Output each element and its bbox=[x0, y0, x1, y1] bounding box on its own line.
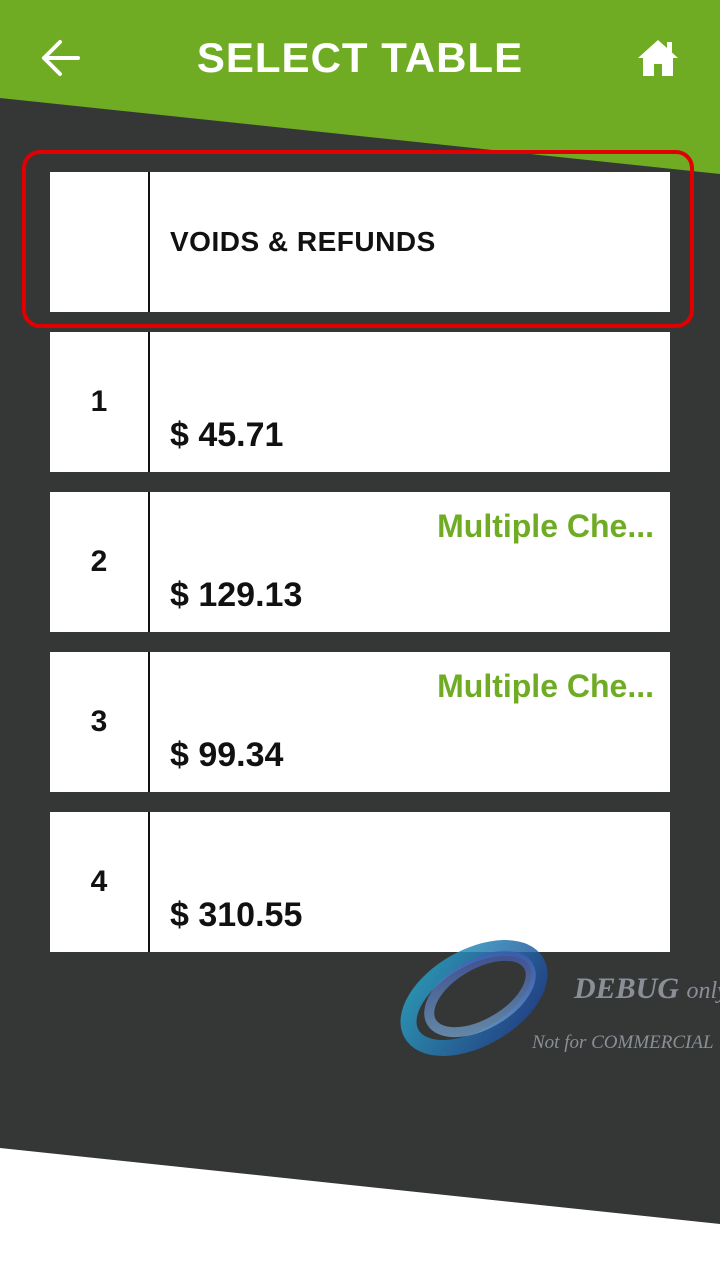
table-info-cell: $ 45.71 bbox=[150, 332, 670, 472]
table-status: Multiple Che... bbox=[437, 668, 654, 704]
home-button[interactable] bbox=[630, 30, 686, 86]
page-title: SELECT TABLE bbox=[196, 34, 524, 81]
table-row[interactable]: 3 Multiple Che... $ 99.34 bbox=[50, 652, 670, 792]
watermark-line1-suffix: only bbox=[686, 978, 720, 1004]
table-number: 4 bbox=[50, 812, 150, 952]
table-amount: $ 99.34 bbox=[170, 736, 284, 774]
table-amount: $ 129.13 bbox=[170, 576, 303, 614]
table-row[interactable]: 2 Multiple Che... $ 129.13 bbox=[50, 492, 670, 632]
watermark-line2: Not for COMMERCIAL bbox=[532, 1032, 714, 1053]
table-number: 3 bbox=[50, 652, 150, 792]
table-info-cell: Multiple Che... $ 99.34 bbox=[150, 652, 670, 792]
voids-refunds-label: VOIDS & REFUNDS bbox=[170, 226, 436, 257]
home-icon bbox=[638, 40, 678, 76]
table-status: Multiple Che... bbox=[437, 508, 654, 544]
table-info-cell: VOIDS & REFUNDS bbox=[150, 172, 670, 312]
table-row[interactable]: 1 $ 45.71 bbox=[50, 332, 670, 472]
table-number: 2 bbox=[50, 492, 150, 632]
table-info-cell: $ 310.55 bbox=[150, 812, 670, 952]
watermark-debug-text: DEBUG only bbox=[574, 972, 720, 1006]
table-amount: $ 310.55 bbox=[170, 896, 303, 934]
table-amount: $ 45.71 bbox=[170, 416, 284, 454]
table-row[interactable]: 4 $ 310.55 bbox=[50, 812, 670, 952]
table-row-voids-refunds[interactable]: VOIDS & REFUNDS bbox=[50, 172, 670, 312]
table-number-cell bbox=[50, 172, 150, 312]
table-number: 1 bbox=[50, 332, 150, 472]
debug-watermark: DEBUG only Not for COMMERCIAL bbox=[396, 936, 720, 1060]
watermark-line1: DEBUG bbox=[574, 972, 680, 1005]
table-info-cell: Multiple Che... $ 129.13 bbox=[150, 492, 670, 632]
app-header: SELECT TABLE bbox=[0, 0, 720, 118]
